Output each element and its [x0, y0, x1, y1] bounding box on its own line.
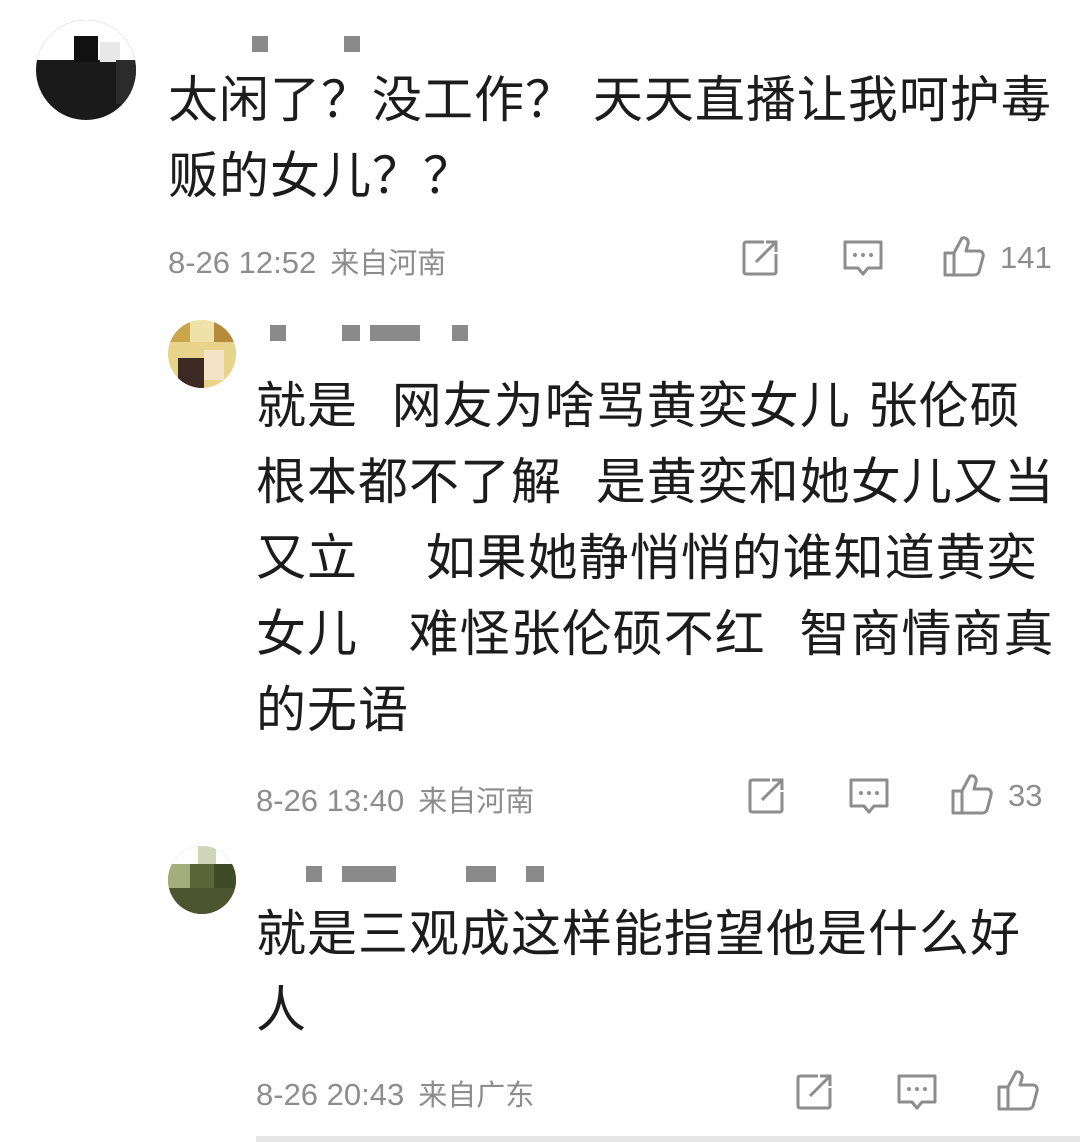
username-redacted[interactable]: [270, 325, 470, 345]
thumbs-up-icon: [950, 772, 994, 816]
share-icon: [794, 1072, 834, 1112]
thumbs-up-icon: [942, 234, 986, 278]
share-button[interactable]: [740, 238, 780, 278]
reply-button[interactable]: [848, 776, 890, 816]
comment-meta: 8-26 13:40 来自河南: [256, 778, 534, 820]
comment-icon: [848, 776, 890, 816]
comment-text: 太闲了？没工作？ 天天直播让我呵护毒贩的女儿？？: [168, 71, 1052, 205]
thumbs-up-icon: [996, 1068, 1040, 1112]
avatar[interactable]: [168, 320, 236, 388]
like-button[interactable]: [996, 1068, 1040, 1112]
divider: [256, 1136, 1080, 1142]
avatar[interactable]: [168, 846, 236, 914]
comment-meta: 8-26 12:52 来自河南: [168, 240, 446, 282]
username-redacted[interactable]: [252, 36, 362, 56]
share-icon: [740, 238, 780, 278]
comment-location: 来自广东: [418, 1078, 535, 1112]
comment-text: 就是三观成这样能指望他是什么好人: [256, 905, 1021, 1039]
like-button[interactable]: [942, 234, 986, 278]
like-count: 33: [1008, 778, 1043, 813]
comment-icon: [896, 1072, 938, 1112]
share-icon: [746, 776, 786, 816]
reply-button[interactable]: [842, 238, 884, 278]
comment-location: 来自河南: [418, 784, 535, 818]
comment-date: 8-26 13:40: [256, 783, 405, 818]
comment-date: 8-26 20:43: [256, 1077, 405, 1112]
avatar[interactable]: [36, 20, 136, 120]
comment-text: 就是 网友为啥骂黄奕女儿 张伦硕根本都不了解 是黄奕和她女儿又当又立 如果她静悄…: [256, 377, 1055, 739]
comment-meta: 8-26 20:43 来自广东: [256, 1072, 534, 1114]
username-redacted[interactable]: [306, 866, 546, 886]
reply-button[interactable]: [896, 1072, 938, 1112]
comment-icon: [842, 238, 884, 278]
like-button[interactable]: [950, 772, 994, 816]
share-button[interactable]: [794, 1072, 834, 1112]
share-button[interactable]: [746, 776, 786, 816]
comment-date: 8-26 12:52: [168, 245, 317, 280]
like-count: 141: [1000, 240, 1052, 275]
comment-location: 来自河南: [330, 246, 447, 280]
